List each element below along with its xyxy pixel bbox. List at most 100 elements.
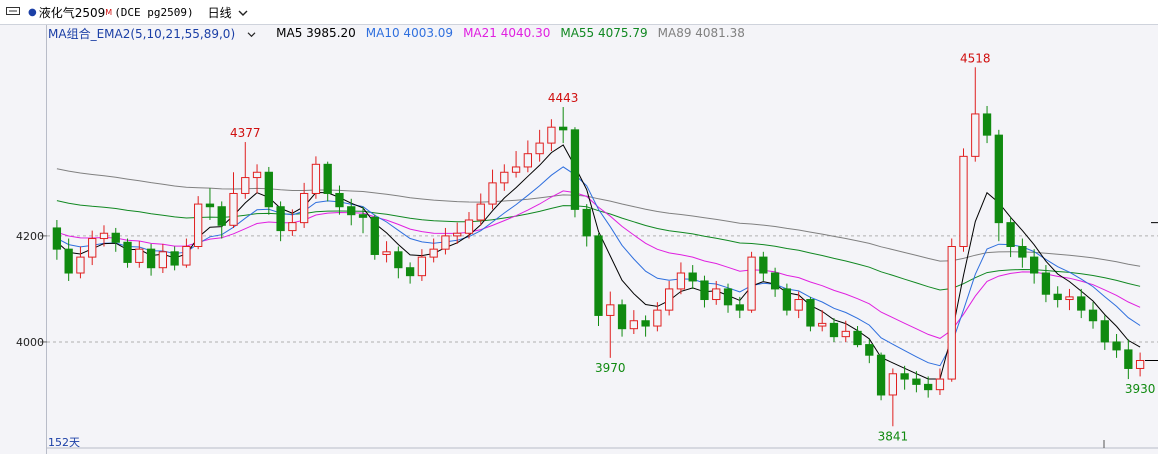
candle-body-45: [582, 208, 591, 237]
candle-body-47: [606, 304, 615, 316]
candle-body-12: [194, 203, 203, 247]
candle-body-21: [299, 192, 309, 224]
candle-body-37: [488, 182, 497, 205]
candle-body-35: [464, 219, 474, 234]
candle-body-75: [935, 378, 945, 391]
candle-body-22: [311, 163, 321, 194]
extreme-label-4: 4518: [960, 51, 991, 65]
candle-body-9: [158, 251, 168, 269]
candle-body-24: [335, 192, 344, 208]
candle-body-39: [511, 166, 521, 173]
candle-body-91: [1124, 349, 1133, 369]
candle-body-85: [1053, 293, 1062, 301]
candle-body-19: [276, 206, 285, 232]
candle-body-68: [853, 330, 862, 346]
candle-body-20: [288, 222, 297, 232]
candle-body-88: [1088, 309, 1098, 322]
candle-body-89: [1100, 320, 1109, 343]
candle-body-33: [441, 235, 450, 250]
candle-body-6: [123, 241, 132, 263]
candle-body-70: [876, 354, 886, 396]
candle-body-1: [64, 248, 73, 274]
candle-body-11: [182, 246, 191, 266]
candle-body-54: [688, 272, 697, 282]
candle-body-55: [700, 280, 709, 301]
candle-body-14: [217, 206, 226, 226]
candle-body-82: [1018, 246, 1027, 258]
candle-body-49: [629, 320, 638, 330]
candle-body-65: [818, 322, 827, 327]
extreme-label-5: 3930: [1125, 382, 1156, 396]
candle-body-41: [535, 142, 544, 155]
candle-body-2: [76, 256, 85, 274]
candle-body-44: [570, 129, 580, 210]
candle-body-5: [111, 232, 120, 243]
candle-body-28: [382, 251, 391, 255]
candle-body-53: [676, 272, 686, 290]
extreme-label-2: 3970: [595, 361, 626, 375]
candle-body-3: [88, 238, 97, 258]
candle-body-58: [735, 304, 744, 311]
candle-body-56: [712, 288, 721, 301]
candle-body-86: [1065, 296, 1074, 301]
candle-body-57: [723, 288, 733, 306]
candle-body-81: [1006, 222, 1015, 247]
y-tick-label-4200: 4200: [16, 230, 44, 243]
candle-body-78: [971, 113, 980, 157]
candle-body-64: [806, 299, 815, 327]
candle-body-90: [1112, 341, 1121, 351]
candle-body-60: [759, 256, 768, 274]
candle-body-71: [888, 373, 898, 396]
candle-body-38: [500, 171, 509, 184]
candle-body-25: [347, 206, 356, 216]
candle-body-69: [865, 344, 874, 356]
candle-body-23: [323, 163, 332, 194]
candle-body-62: [782, 288, 792, 311]
candle-body-46: [594, 235, 603, 316]
candle-body-29: [394, 251, 403, 269]
candle-body-51: [653, 309, 662, 327]
extreme-label-1: 4443: [548, 91, 579, 105]
candle-body-17: [252, 171, 262, 179]
candle-body-42: [547, 126, 556, 144]
candle-body-92: [1135, 360, 1145, 369]
candle-body-59: [747, 256, 756, 311]
visible-day-count: 152天: [48, 436, 80, 449]
candle-body-61: [770, 272, 780, 290]
candle-body-18: [264, 171, 273, 208]
candle-body-77: [959, 155, 968, 248]
candle-body-15: [229, 192, 238, 226]
candle-body-63: [794, 299, 803, 311]
candle-body-84: [1041, 272, 1051, 295]
candle-body-76: [947, 246, 956, 380]
candle-body-7: [135, 248, 144, 263]
y-tick-label-4000: 4000: [16, 336, 44, 349]
candle-body-73: [912, 378, 921, 385]
candle-body-0: [52, 227, 62, 250]
candle-body-40: [523, 153, 533, 168]
candle-body-74: [924, 383, 933, 391]
candle-body-79: [982, 113, 992, 136]
candle-body-34: [453, 232, 462, 237]
candle-body-8: [146, 248, 156, 269]
candle-body-83: [1029, 256, 1039, 274]
candle-body-13: [205, 203, 215, 208]
candle-body-4: [99, 232, 109, 240]
candle-body-26: [358, 214, 368, 218]
extreme-label-3: 3841: [878, 429, 909, 443]
candle-body-16: [241, 177, 250, 194]
extreme-label-0: 4377: [230, 126, 261, 140]
candle-body-72: [900, 373, 909, 380]
candle-body-87: [1077, 296, 1086, 311]
candle-body-31: [417, 256, 427, 277]
candle-body-32: [429, 248, 438, 258]
candle-body-50: [641, 320, 650, 327]
candle-body-36: [476, 203, 485, 221]
candle-body-30: [405, 267, 415, 277]
candle-body-67: [841, 330, 850, 338]
candle-body-80: [994, 134, 1003, 224]
candle-body-27: [370, 216, 379, 255]
candlestick-chart[interactable]: 4200 4000 4377 4443 3970 3841 4518 3930: [0, 0, 1158, 454]
candle-body-10: [170, 251, 179, 266]
candle-body-43: [559, 126, 568, 131]
